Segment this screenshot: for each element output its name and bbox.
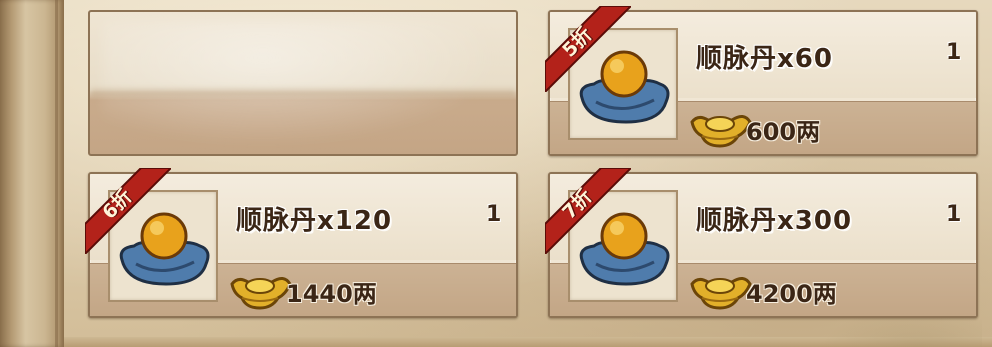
item-price: 4200两 (746, 280, 837, 308)
item-quantity: 1 (946, 40, 962, 65)
gold-ingot-icon (230, 277, 292, 310)
item-name: 顺脉丹x120 (236, 206, 393, 236)
item-price: 600两 (746, 118, 821, 146)
item-quantity: 1 (486, 202, 502, 227)
panel-left-border (0, 0, 64, 347)
item-quantity: 1 (946, 202, 962, 227)
discount-ribbon: 5折 (544, 5, 634, 100)
item-name: 顺脉丹x60 (696, 44, 833, 74)
gold-ingot-icon (690, 115, 752, 148)
item-name: 顺脉丹x300 (696, 206, 853, 236)
discount-ribbon: 6折 (84, 167, 174, 257)
blurred-shop-slot[interactable] (88, 10, 518, 156)
item-price: 1440两 (286, 280, 377, 308)
gold-ingot-icon (690, 277, 752, 310)
discount-ribbon: 7折 (544, 167, 634, 257)
